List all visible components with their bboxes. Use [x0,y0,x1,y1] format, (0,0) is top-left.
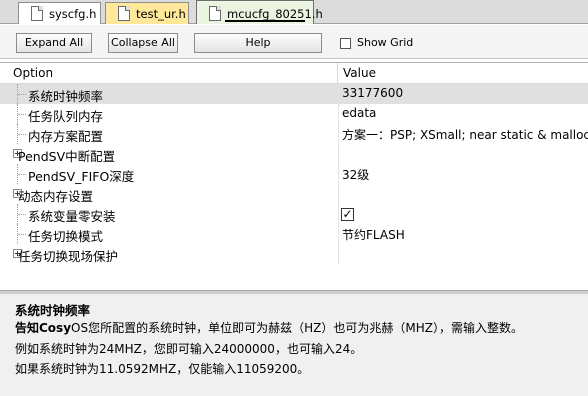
description-text: OS您所配置的系统时钟，单位即可为赫兹（HZ）也可为兆赫（MHZ），需输入整数。 [71,321,523,335]
option-name: 系统时钟频率 [28,89,104,104]
description-line: 例如系统时钟为24MHZ，您即可输入24000000，也可输入24。 [15,342,363,356]
option-name: 内存方案配置 [28,129,104,144]
option-name: 系统变量零安装 [28,209,116,224]
column-divider [338,244,339,264]
column-divider [338,184,339,204]
tree-line [18,174,26,175]
column-header-option[interactable]: Option [0,63,338,84]
grid-row[interactable]: 系统时钟频率 33177600 [0,84,588,104]
show-grid-label: Show Grid [357,36,414,49]
description-title: 系统时钟频率 [15,303,91,318]
document-icon [118,6,130,21]
expand-all-button[interactable]: Expand All [16,33,92,53]
option-name: 任务切换现场保护 [18,249,119,264]
column-divider [338,164,339,184]
column-divider [338,224,339,244]
option-name: PendSV_FIFO深度 [28,169,135,184]
option-value[interactable]: edata [342,106,376,120]
tab-bar: syscfg.h test_ur.h mcucfg_80251.h [0,0,588,24]
option-name: 任务切换模式 [28,229,104,244]
document-icon [31,6,43,21]
option-value[interactable]: 32级 [342,166,369,183]
tree-line [18,234,26,235]
description-panel: 系统时钟频率 告知CosyOS您所配置的系统时钟，单位即可为赫兹（HZ）也可为兆… [0,294,588,396]
help-button-label: Help [245,36,271,49]
grid-row[interactable]: PendSV中断配置 [0,144,588,164]
property-grid: Option Value 系统时钟频率 33177600 任务队列内存 edat… [0,62,588,292]
tree-line [18,114,26,115]
column-divider [338,84,339,104]
tab-test-ur[interactable]: test_ur.h [105,2,189,24]
column-divider [338,204,339,224]
toolbar: Expand All Collapse All Help Show Grid [0,25,588,59]
tab-syscfg[interactable]: syscfg.h [18,2,101,24]
grid-row[interactable]: 任务切换现场保护 [0,244,588,264]
grid-row[interactable]: 动态内存设置 [0,184,588,204]
option-value[interactable]: 节约FLASH [342,226,405,243]
tab-label: mcucfg_80251.h [227,7,323,21]
active-tab-indicator [225,20,305,22]
option-name: PendSV中断配置 [18,149,116,164]
grid-row[interactable]: PendSV_FIFO深度 32级 [0,164,588,184]
grid-row[interactable]: 内存方案配置 方案一：PSP; XSmall; near static & ma… [0,124,588,144]
tab-label: syscfg.h [49,7,97,21]
tab-label: test_ur.h [136,7,186,21]
description-line: 告知CosyOS您所配置的系统时钟，单位即可为赫兹（HZ）也可为兆赫（MHZ），… [15,319,523,336]
column-header-value[interactable]: Value [338,63,588,84]
show-grid-checkbox[interactable] [340,38,351,49]
document-icon [209,6,221,21]
column-divider [338,124,339,144]
grid-row[interactable]: 任务切换模式 节约FLASH [0,224,588,244]
grid-row[interactable]: 任务队列内存 edata [0,104,588,124]
tab-mcucfg-active[interactable]: mcucfg_80251.h [196,0,323,24]
option-value[interactable]: 33177600 [342,86,403,100]
help-button[interactable]: Help [194,33,322,53]
description-line: 如果系统时钟为11.0592MHZ，仅能输入11059200。 [15,362,310,376]
collapse-all-button[interactable]: Collapse All [108,33,178,53]
column-divider [338,104,339,124]
option-value[interactable]: 方案一：PSP; XSmall; near static & malloc [342,126,588,143]
tree-line [18,94,26,95]
column-divider [338,144,339,164]
description-lead: 告知Cosy [15,321,72,335]
grid-row[interactable]: 系统变量零安装 ✓ [0,204,588,224]
tree-line [18,214,26,215]
option-name: 动态内存设置 [18,189,94,204]
tree-line [18,134,26,135]
option-name: 任务队列内存 [28,109,104,124]
value-checkbox[interactable]: ✓ [341,208,354,221]
